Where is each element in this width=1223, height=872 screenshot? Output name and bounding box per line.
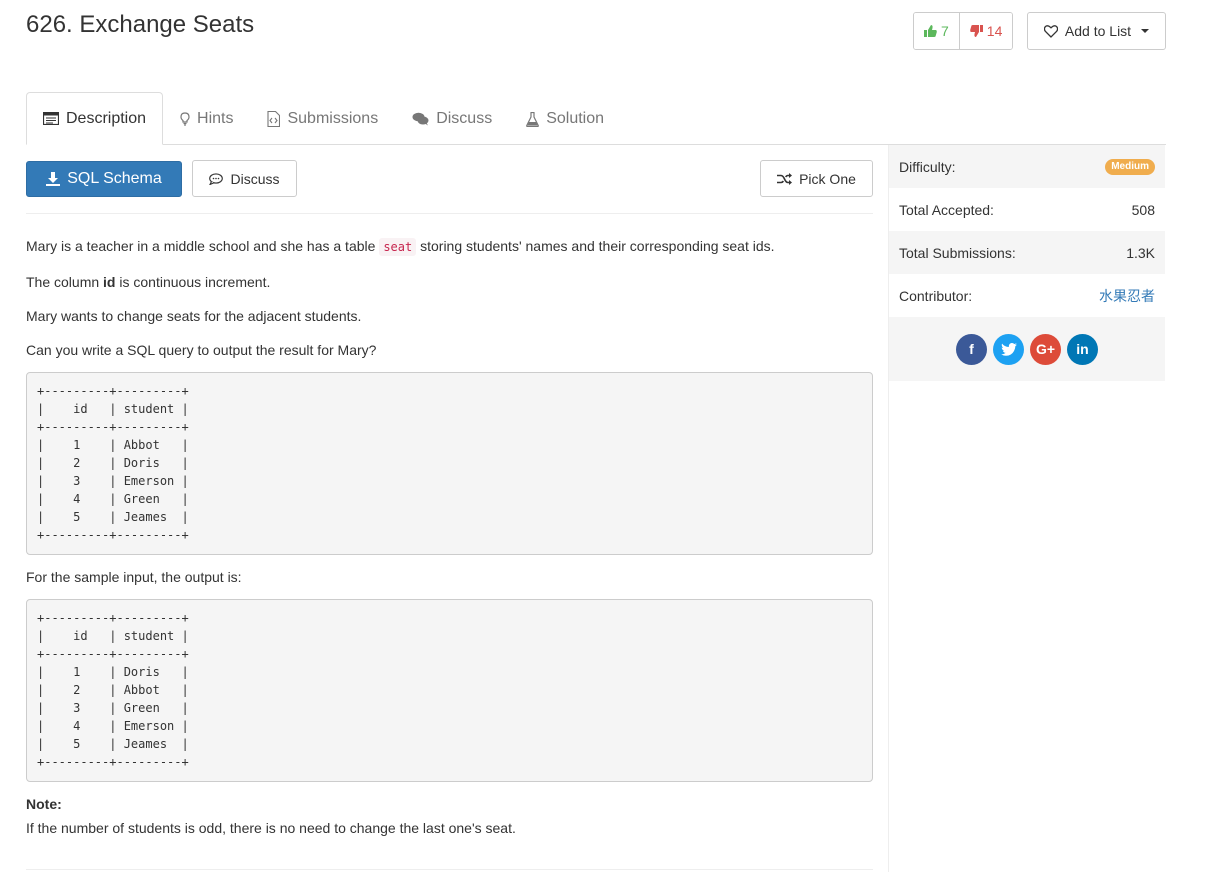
divider bbox=[26, 869, 873, 870]
problem-tabs: Description Hints Submissions Discuss So… bbox=[26, 92, 1166, 145]
description-paragraph: Mary wants to change seats for the adjac… bbox=[26, 308, 362, 324]
discuss-label: Discuss bbox=[230, 170, 280, 187]
tab-hints-label: Hints bbox=[197, 110, 234, 127]
text-segment: The column bbox=[26, 274, 104, 290]
text-segment: is continuous increment. bbox=[115, 274, 271, 290]
description-paragraph: The column id is continuous increment. bbox=[26, 272, 270, 292]
facebook-icon[interactable]: f bbox=[956, 333, 987, 365]
text-segment: Mary is a teacher in a middle school and… bbox=[26, 238, 380, 254]
tab-hints[interactable]: Hints bbox=[163, 93, 250, 145]
shuffle-icon bbox=[777, 172, 793, 185]
pick-one-button[interactable]: Pick One bbox=[760, 160, 873, 197]
description-icon bbox=[43, 112, 59, 125]
note-text: If the number of students is odd, there … bbox=[26, 820, 516, 836]
thumbs-down-icon bbox=[969, 25, 983, 37]
description-paragraph: Mary is a teacher in a middle school and… bbox=[26, 236, 775, 257]
sql-schema-label: SQL Schema bbox=[67, 170, 162, 187]
submissions-row: Total Submissions: 1.3K bbox=[889, 231, 1165, 274]
tab-solution-label: Solution bbox=[546, 110, 605, 127]
description-paragraph: For the sample input, the output is: bbox=[26, 569, 242, 585]
submissions-value: 1.3K bbox=[1126, 244, 1155, 261]
note-label: Note: bbox=[26, 796, 62, 812]
add-to-list-label: Add to List bbox=[1064, 23, 1132, 39]
difficulty-label: Difficulty: bbox=[899, 158, 956, 175]
tab-description-label: Description bbox=[66, 109, 147, 127]
downvote-count: 14 bbox=[986, 23, 1003, 39]
linkedin-icon[interactable]: in bbox=[1067, 333, 1098, 365]
tab-description[interactable]: Description bbox=[26, 92, 164, 145]
text-segment: storing students' names and their corres… bbox=[416, 238, 775, 254]
add-to-list-button[interactable]: Add to List bbox=[1027, 12, 1166, 50]
thumbs-up-icon bbox=[924, 25, 937, 37]
tab-submissions[interactable]: Submissions bbox=[250, 93, 395, 145]
contributor-link[interactable]: 水果忍者 bbox=[1099, 286, 1155, 306]
submissions-label: Total Submissions: bbox=[899, 244, 1016, 261]
page-title: 626. Exchange Seats bbox=[26, 11, 255, 38]
accepted-value: 508 bbox=[1131, 201, 1155, 218]
sample-output-table: +---------+---------+ | id | student | +… bbox=[26, 599, 873, 782]
accepted-row: Total Accepted: 508 bbox=[889, 188, 1165, 231]
caret-down-icon bbox=[1141, 29, 1150, 33]
heart-icon bbox=[1043, 24, 1058, 38]
comments-icon bbox=[412, 112, 429, 126]
upvote-button[interactable]: 7 bbox=[914, 13, 960, 49]
description-paragraph: Can you write a SQL query to output the … bbox=[26, 342, 377, 358]
tab-solution[interactable]: Solution bbox=[509, 93, 621, 145]
download-icon bbox=[46, 172, 61, 186]
vote-group: 7 14 bbox=[913, 12, 1014, 50]
tab-discuss[interactable]: Discuss bbox=[395, 93, 509, 145]
social-share-bar: f G+ in bbox=[889, 317, 1165, 381]
upvote-count: 7 bbox=[941, 23, 949, 39]
twitter-icon[interactable] bbox=[993, 333, 1024, 365]
accepted-label: Total Accepted: bbox=[899, 201, 994, 218]
downvote-button[interactable]: 14 bbox=[959, 13, 1013, 49]
lightbulb-icon bbox=[180, 112, 190, 126]
contributor-row: Contributor: 水果忍者 bbox=[889, 274, 1165, 317]
code-file-icon bbox=[267, 111, 281, 127]
sample-input-table: +---------+---------+ | id | student | +… bbox=[26, 372, 873, 555]
tab-submissions-label: Submissions bbox=[287, 110, 379, 127]
inline-code: seat bbox=[379, 238, 417, 256]
problem-stats-sidebar: Difficulty: Medium Total Accepted: 508 T… bbox=[888, 145, 1165, 872]
google-plus-icon[interactable]: G+ bbox=[1030, 333, 1061, 365]
difficulty-row: Difficulty: Medium bbox=[889, 145, 1165, 188]
flask-icon bbox=[526, 111, 540, 127]
sql-schema-button[interactable]: SQL Schema bbox=[26, 161, 182, 197]
comment-icon bbox=[209, 172, 224, 185]
pick-one-label: Pick One bbox=[799, 170, 856, 187]
discuss-button[interactable]: Discuss bbox=[192, 160, 297, 197]
tab-discuss-label: Discuss bbox=[436, 110, 493, 127]
difficulty-badge: Medium bbox=[1105, 158, 1155, 175]
contributor-label: Contributor: bbox=[899, 287, 973, 304]
bold-text: id bbox=[103, 274, 116, 290]
divider bbox=[26, 213, 873, 214]
